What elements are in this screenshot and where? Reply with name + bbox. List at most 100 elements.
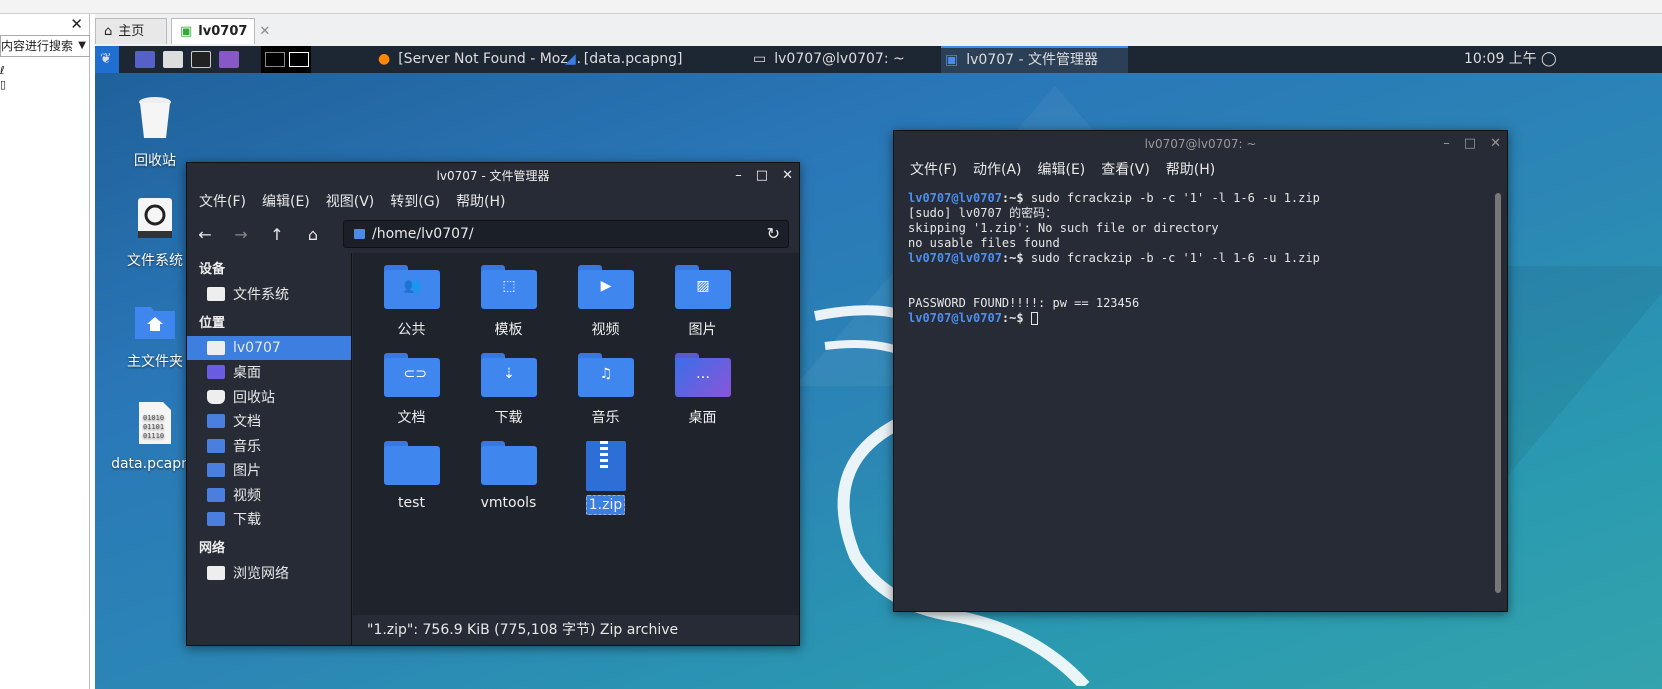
- close-icon[interactable]: ✕: [1490, 131, 1501, 157]
- taskbar-item-file-manager[interactable]: ▣ lv0707 - 文件管理器: [941, 46, 1128, 73]
- menu-help[interactable]: 帮助(H): [456, 189, 505, 215]
- scrollbar[interactable]: [1495, 193, 1501, 593]
- menu-action[interactable]: 动作(A): [973, 157, 1022, 183]
- taskbar-item-wireshark[interactable]: ◢ [data.pcapng]: [565, 46, 755, 73]
- sidebar-item-documents[interactable]: 文档: [187, 409, 351, 434]
- taskbar-item-label: [Server Not Found - Moz...: [398, 51, 582, 67]
- file-item[interactable]: ♫ 音乐: [557, 353, 654, 427]
- prompt-user: lv0707@lv0707: [908, 311, 1002, 325]
- file-item[interactable]: … 桌面: [654, 353, 751, 427]
- documents-icon: [207, 414, 225, 429]
- desktop-icon: …: [674, 353, 731, 397]
- link-icon: ⊂⊃: [383, 353, 440, 397]
- terminal-window[interactable]: lv0707@lv0707: ~ – □ ✕ 文件(F) 动作(A) 编辑(E)…: [893, 130, 1508, 612]
- file-manager-icon[interactable]: [163, 51, 183, 68]
- sidebar-header-devices: 设备: [199, 262, 226, 277]
- forward-icon[interactable]: →: [223, 225, 259, 244]
- close-icon[interactable]: ✕: [259, 20, 270, 44]
- minimize-icon[interactable]: –: [1443, 131, 1450, 157]
- menu-view[interactable]: 视图(V): [326, 189, 375, 215]
- file-item[interactable]: ⇣ 下载: [460, 353, 557, 427]
- menu-view[interactable]: 查看(V): [1101, 157, 1150, 183]
- vm-tab-bar: ⌂ 主页 ▣ lv0707 ✕: [95, 14, 1662, 46]
- menu-help[interactable]: 帮助(H): [1166, 157, 1215, 183]
- power-icon[interactable]: ◯: [1541, 46, 1557, 73]
- sidebar-item-label: lv0707: [233, 339, 281, 356]
- terminal-output[interactable]: lv0707@lv0707:~$ sudo fcrackzip -b -c '1…: [894, 183, 1494, 611]
- sidebar-item-label: 回收站: [233, 389, 275, 406]
- sidebar-item-videos[interactable]: 视频: [187, 483, 351, 508]
- home-icon[interactable]: ⌂: [295, 225, 331, 244]
- file-item[interactable]: ▶ 视频: [557, 265, 654, 339]
- tab-home[interactable]: ⌂ 主页: [95, 18, 167, 44]
- terminal-line: lv0707@lv0707:~$: [908, 311, 1480, 326]
- tab-vm[interactable]: ▣ lv0707 ✕: [171, 18, 270, 44]
- trash-icon: [139, 97, 171, 138]
- sidebar-item-music[interactable]: 音乐: [187, 434, 351, 459]
- close-icon[interactable]: ✕: [782, 163, 793, 189]
- menu-edit[interactable]: 编辑(E): [1038, 157, 1086, 183]
- screenshot-icon[interactable]: [219, 51, 239, 68]
- tab-label: lv0707: [198, 23, 248, 39]
- folder-icon: [480, 441, 537, 485]
- maximize-icon[interactable]: □: [1464, 131, 1476, 157]
- file-item[interactable]: ⊂⊃ 文档: [363, 353, 460, 427]
- file-label: 桌面: [688, 410, 717, 426]
- window-titlebar[interactable]: lv0707@lv0707: ~ – □ ✕: [894, 131, 1507, 157]
- taskbar-item-firefox[interactable]: ● [Server Not Found - Moz...: [378, 46, 581, 73]
- library-search-input[interactable]: 内容进行搜索 ▼: [0, 35, 90, 57]
- tree-item[interactable]: ℓ: [0, 64, 6, 78]
- workspace-2[interactable]: [289, 52, 309, 67]
- desktop-icon-trash[interactable]: 回收站: [110, 96, 200, 170]
- host-toolbar-strip: [0, 0, 1662, 14]
- terminal-icon[interactable]: [191, 51, 211, 68]
- menu-go[interactable]: 转到(G): [390, 189, 440, 215]
- tree-item[interactable]: ▯: [0, 78, 6, 92]
- menu-file[interactable]: 文件(F): [199, 189, 246, 215]
- taskbar-item-terminal[interactable]: ▭ lv0707@lv0707: ~: [753, 46, 938, 73]
- file-item[interactable]: ⬚ 模板: [460, 265, 557, 339]
- command-text: sudo fcrackzip -b -c '1' -l 1-6 -u 1.zip: [1023, 251, 1320, 265]
- up-icon[interactable]: ↑: [259, 225, 295, 244]
- file-item[interactable]: test: [363, 441, 460, 513]
- minimize-icon[interactable]: –: [735, 163, 742, 189]
- file-item-selected[interactable]: 1.zip: [557, 441, 654, 515]
- menu-file[interactable]: 文件(F): [910, 157, 957, 183]
- download-icon: [207, 512, 225, 527]
- sidebar-item-home[interactable]: lv0707: [187, 335, 351, 360]
- location-bar[interactable]: /home/lv0707/ ↻: [343, 220, 789, 248]
- quick-launch: [135, 46, 239, 73]
- zip-icon: [585, 441, 626, 491]
- show-desktop-icon[interactable]: [135, 51, 155, 68]
- sidebar-item-downloads[interactable]: 下载: [187, 507, 351, 532]
- sidebar-item-filesystem[interactable]: 文件系统: [187, 282, 351, 307]
- clock[interactable]: 10:09 上午: [1464, 46, 1537, 73]
- sidebar-item-trash[interactable]: 回收站: [187, 385, 351, 410]
- file-label: 图片: [688, 322, 717, 338]
- file-item[interactable]: vmtools: [460, 441, 557, 513]
- menu-edit[interactable]: 编辑(E): [262, 189, 310, 215]
- library-search-text: 内容进行搜索: [1, 39, 74, 53]
- file-item[interactable]: 👥 公共: [363, 265, 460, 339]
- file-view[interactable]: 👥 公共 ⬚ 模板 ▶ 视频 ▨ 图片 ⊂⊃ 文档 ⇣ 下载 ♫ 音乐 … 桌面 test vm…: [353, 253, 799, 615]
- home-icon: ⌂: [104, 23, 113, 39]
- workspace-switcher[interactable]: [261, 46, 311, 73]
- file-item[interactable]: ▨ 图片: [654, 265, 751, 339]
- maximize-icon[interactable]: □: [756, 163, 768, 189]
- template-icon: ⬚: [480, 265, 537, 309]
- sidebar-item-browse-network[interactable]: 浏览网络: [187, 561, 351, 586]
- kali-menu-icon[interactable]: ❦: [95, 46, 119, 73]
- file-manager-window[interactable]: lv0707 - 文件管理器 – □ ✕ 文件(F) 编辑(E) 视图(V) 转…: [186, 162, 800, 646]
- svg-text:01101: 01101: [143, 423, 164, 431]
- close-icon[interactable]: ✕: [70, 15, 83, 33]
- chevron-down-icon[interactable]: ▼: [78, 36, 86, 56]
- reload-icon[interactable]: ↻: [767, 221, 780, 247]
- terminal-line: skipping '1.zip': No such file or direct…: [908, 221, 1219, 235]
- workspace-1[interactable]: [265, 52, 285, 67]
- window-titlebar[interactable]: lv0707 - 文件管理器 – □ ✕: [187, 163, 799, 189]
- sidebar-item-pictures[interactable]: 图片: [187, 458, 351, 483]
- folder-icon: [383, 441, 440, 485]
- back-icon[interactable]: ←: [187, 225, 223, 244]
- sidebar-item-desktop[interactable]: 桌面: [187, 360, 351, 385]
